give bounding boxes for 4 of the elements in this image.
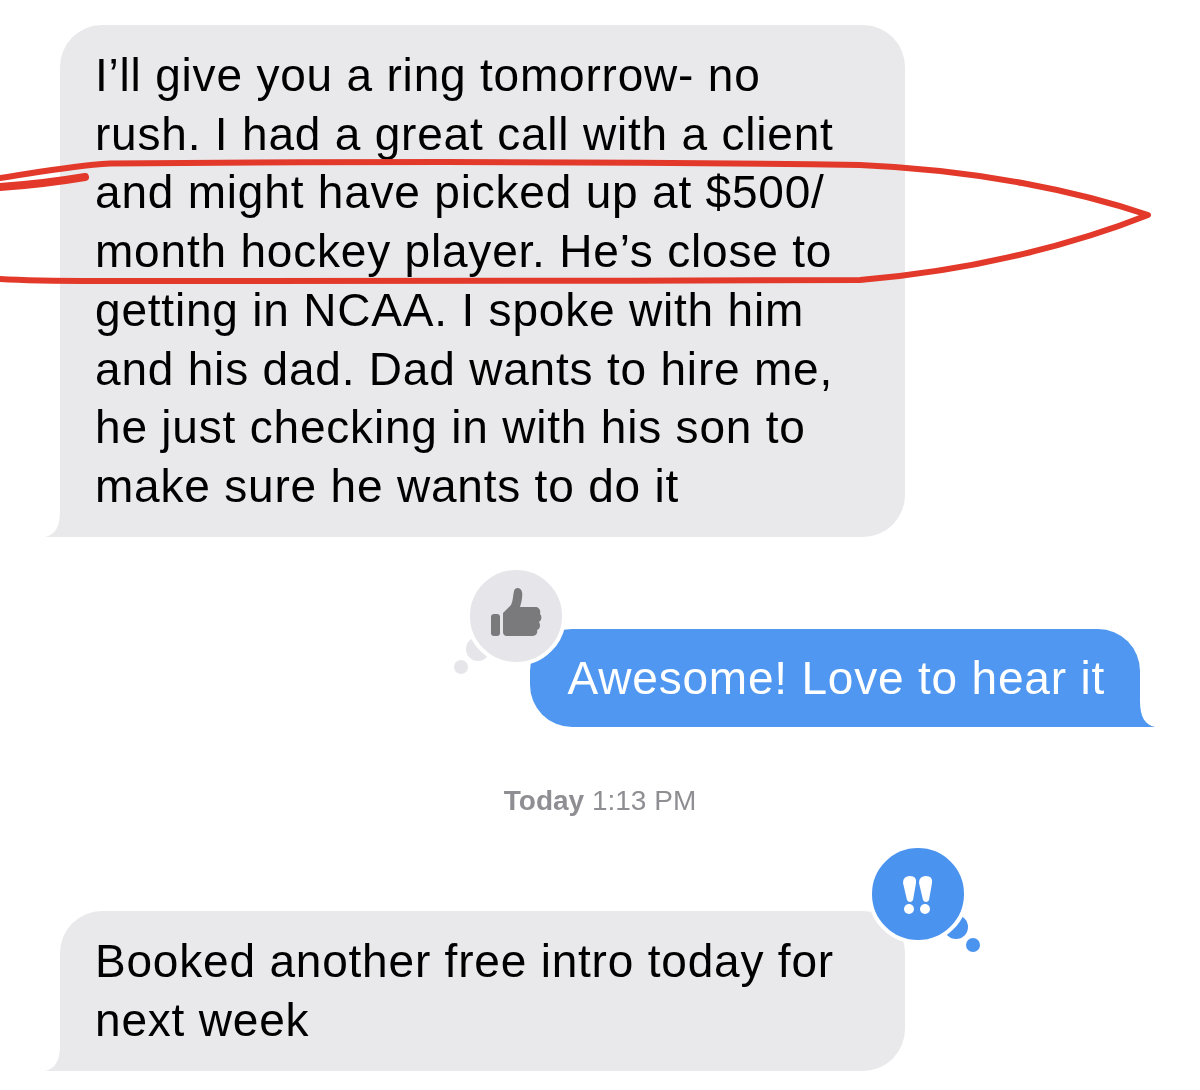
message-text: I’ll give you a ring tomorrow- no rush. I had a great call with a client and might have picked up at $500/ month hockey player. He’s close to getting in NCAA. I spoke with him and his dad. Dad wants to hire me, he just checking in with his son to make sure he wants to do it [95,48,835,514]
message-text: Awesome! Love to hear it [567,650,1105,706]
message-text: Booked another free intro today for next week [95,934,835,1049]
timestamp: Today 1:13 PM [503,784,697,819]
